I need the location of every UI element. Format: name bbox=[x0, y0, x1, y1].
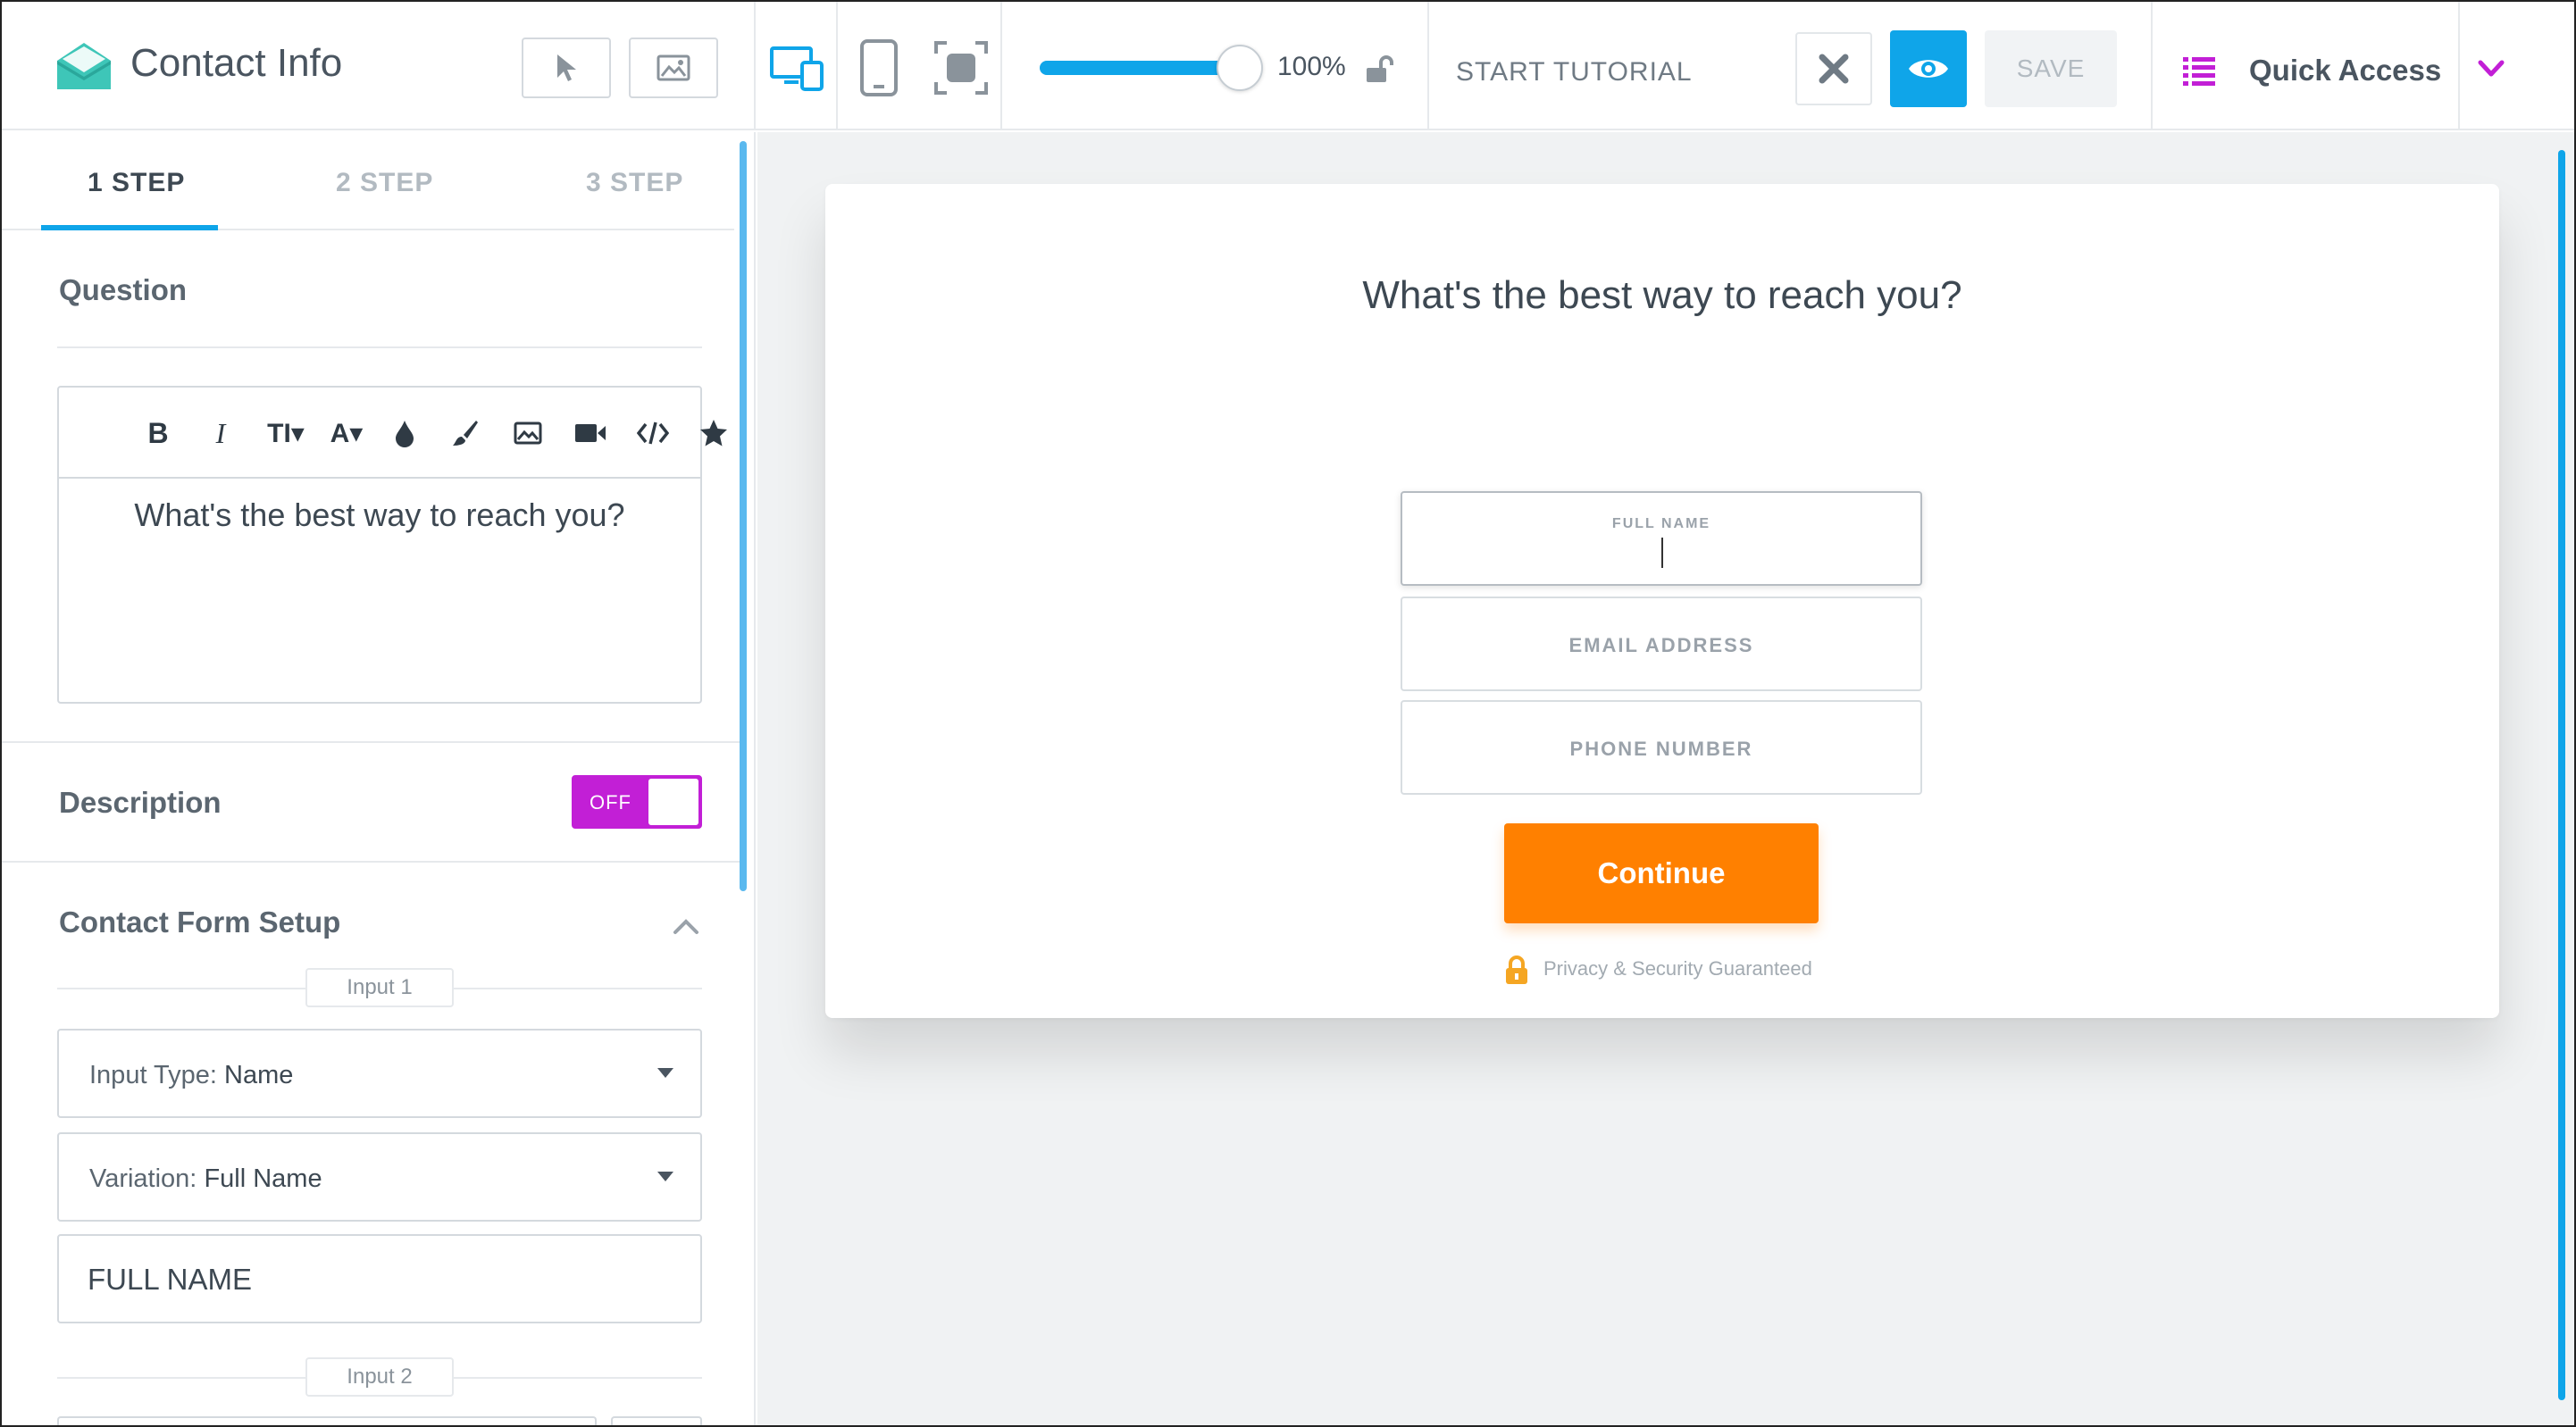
editor-content[interactable]: What's the best way to reach you? bbox=[59, 497, 700, 534]
variation-text: Variation: Full Name bbox=[89, 1164, 322, 1194]
canvas-scrollbar[interactable] bbox=[2558, 150, 2565, 1400]
description-label: Description bbox=[59, 786, 222, 819]
divider bbox=[2, 861, 740, 863]
chevron-up-icon[interactable] bbox=[670, 911, 702, 943]
image-insert-icon[interactable] bbox=[506, 411, 550, 455]
brush-icon[interactable] bbox=[443, 411, 488, 455]
image-icon bbox=[657, 54, 690, 81]
font-color-icon[interactable]: A▾ bbox=[322, 411, 372, 455]
zoom-slider[interactable] bbox=[1040, 45, 1263, 91]
contact-form-setup-label: Contact Form Setup bbox=[59, 905, 341, 939]
variation-value: Full Name bbox=[204, 1164, 322, 1193]
input-type-key: Input Type: bbox=[89, 1061, 217, 1089]
responsive-view-button[interactable] bbox=[763, 34, 831, 102]
save-button[interactable]: SAVE bbox=[1985, 30, 2117, 107]
mobile-view-button[interactable] bbox=[845, 34, 913, 102]
cursor-icon bbox=[557, 54, 576, 81]
privacy-note: Privacy & Security Guaranteed bbox=[1543, 957, 1812, 980]
variation-select[interactable]: Variation: Full Name bbox=[57, 1132, 702, 1222]
toggle-knob bbox=[648, 779, 698, 825]
placeholder-input-value: FULL NAME bbox=[88, 1263, 252, 1296]
question-label: Question bbox=[59, 273, 188, 306]
settings-sidebar: 1 STEP 2 STEP 3 STEP Question B I TI▾ A▾ bbox=[2, 132, 756, 1425]
text-cursor bbox=[1661, 538, 1663, 568]
code-icon[interactable] bbox=[631, 411, 675, 455]
email-address-placeholder: EMAIL ADDRESS bbox=[1568, 634, 1754, 656]
eye-icon bbox=[1909, 60, 1948, 78]
full-name-placeholder: FULL NAME bbox=[1611, 516, 1711, 531]
input-type-select[interactable]: Input Type: Name bbox=[57, 1029, 702, 1118]
bold-icon[interactable]: B bbox=[136, 411, 180, 455]
close-button[interactable] bbox=[1795, 32, 1872, 105]
zoom-slider-handle[interactable] bbox=[1217, 45, 1263, 91]
star-icon[interactable] bbox=[691, 411, 736, 455]
form-question: What's the best way to reach you? bbox=[1362, 273, 1962, 317]
variation-key: Variation: bbox=[89, 1164, 197, 1193]
chevron-down-icon[interactable] bbox=[2476, 54, 2506, 84]
fullscreen-icon bbox=[934, 41, 988, 95]
toolbar-divider bbox=[2151, 2, 2153, 130]
sidebar-scrollbar[interactable] bbox=[740, 141, 747, 891]
text-size-icon[interactable]: TI▾ bbox=[257, 411, 314, 455]
caret-down-icon bbox=[657, 1068, 673, 1078]
toolbar-divider bbox=[754, 2, 756, 130]
input-1-label: Input 1 bbox=[305, 968, 454, 1007]
phone-number-field[interactable]: PHONE NUMBER bbox=[1401, 700, 1922, 795]
zoom-level: 100% bbox=[1277, 52, 1346, 81]
toolbar-divider bbox=[1427, 2, 1429, 130]
phone-number-placeholder: PHONE NUMBER bbox=[1569, 738, 1753, 760]
phone-icon bbox=[860, 39, 898, 96]
editor-toolbar: B I TI▾ A▾ bbox=[59, 388, 727, 479]
page-title: Contact Info bbox=[130, 41, 343, 85]
zoom-slider-fill bbox=[1040, 61, 1240, 75]
tab-step-1[interactable]: 1 STEP bbox=[88, 168, 185, 198]
description-toggle[interactable]: OFF bbox=[572, 775, 702, 829]
email-address-field[interactable]: EMAIL ADDRESS bbox=[1401, 597, 1922, 691]
preview-button[interactable] bbox=[1890, 30, 1967, 107]
toolbar-divider bbox=[2458, 2, 2460, 130]
input-2-type-select[interactable] bbox=[57, 1416, 597, 1425]
toolbar-divider bbox=[836, 2, 838, 130]
start-tutorial-link[interactable]: START TUTORIAL bbox=[1456, 57, 1693, 88]
placeholder-input[interactable]: FULL NAME bbox=[57, 1234, 702, 1323]
desktop-mobile-icon bbox=[770, 46, 824, 91]
lock-icon bbox=[1506, 956, 1527, 984]
form-card: What's the best way to reach you? FULL N… bbox=[825, 184, 2499, 1018]
top-toolbar: Contact Info 100% START TUTORIAL SAVE Qu… bbox=[2, 2, 2574, 130]
toggle-state: OFF bbox=[590, 791, 631, 814]
input-2-extra-button[interactable] bbox=[611, 1416, 702, 1425]
italic-icon[interactable]: I bbox=[198, 411, 243, 455]
input-type-text: Input Type: Name bbox=[89, 1061, 293, 1090]
divider bbox=[57, 346, 702, 348]
continue-button[interactable]: Continue bbox=[1504, 823, 1819, 923]
tab-step-3[interactable]: 3 STEP bbox=[586, 168, 683, 198]
active-tab-indicator bbox=[41, 225, 218, 230]
question-editor[interactable]: B I TI▾ A▾ What's the best way to reach … bbox=[57, 386, 727, 704]
tab-step-2[interactable]: 2 STEP bbox=[336, 168, 433, 198]
app-window: Contact Info 100% START TUTORIAL SAVE Qu… bbox=[0, 0, 2576, 1427]
divider bbox=[2, 741, 740, 743]
caret-down-icon bbox=[657, 1172, 673, 1181]
full-name-field[interactable]: FULL NAME bbox=[1401, 491, 1922, 586]
step-tabs: 1 STEP 2 STEP 3 STEP bbox=[2, 132, 734, 230]
toolbar-divider bbox=[1000, 2, 1002, 130]
input-2-label: Input 2 bbox=[305, 1357, 454, 1397]
select-tool-button[interactable] bbox=[522, 38, 611, 98]
close-icon bbox=[1819, 54, 1849, 84]
envelope-logo-icon bbox=[57, 43, 111, 89]
fullscreen-button[interactable] bbox=[927, 34, 995, 102]
fill-color-icon[interactable] bbox=[382, 411, 427, 455]
unlock-icon[interactable] bbox=[1363, 54, 1393, 84]
image-tool-button[interactable] bbox=[629, 38, 718, 98]
input-type-value: Name bbox=[224, 1061, 294, 1089]
quick-access-button[interactable]: Quick Access bbox=[2249, 54, 2441, 88]
preview-canvas: What's the best way to reach you? FULL N… bbox=[757, 132, 2574, 1425]
list-icon[interactable] bbox=[2181, 54, 2217, 89]
video-icon[interactable] bbox=[568, 411, 613, 455]
